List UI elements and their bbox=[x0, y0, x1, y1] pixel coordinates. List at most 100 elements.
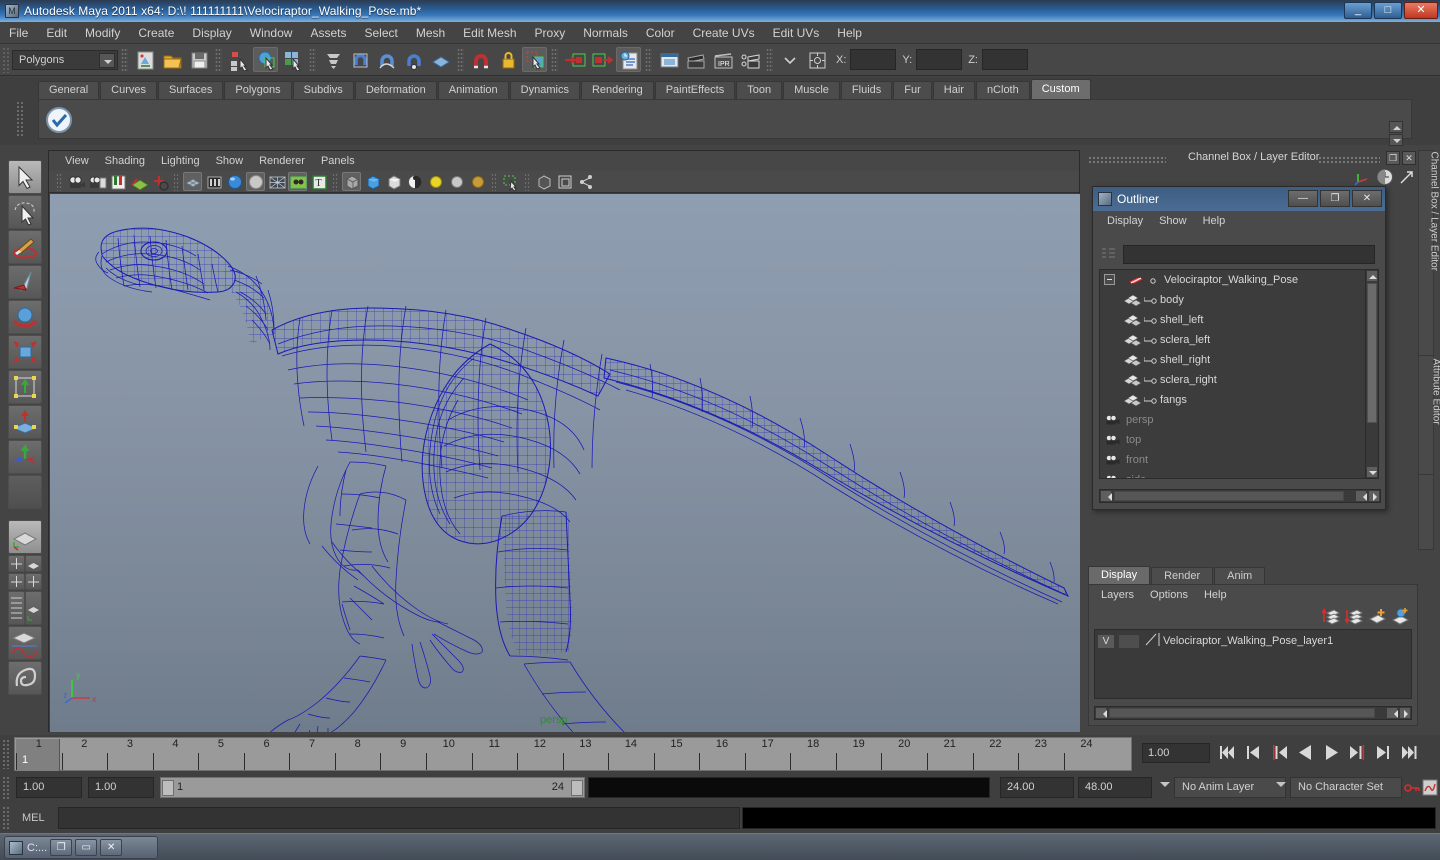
channel-box-grip-left[interactable] bbox=[1088, 156, 1166, 163]
outliner-item[interactable]: sclera_right bbox=[1100, 370, 1368, 390]
range-start-handle[interactable] bbox=[162, 780, 174, 796]
auto-key-icon[interactable] bbox=[1404, 780, 1420, 799]
maya-logo-icon[interactable] bbox=[8, 661, 42, 695]
shelf-scroll-up-icon[interactable] bbox=[1389, 121, 1403, 133]
animation-start-time-field[interactable]: 1.00 bbox=[16, 777, 82, 798]
layer-scroll-left-icon[interactable] bbox=[1095, 707, 1107, 719]
flat-shade-icon[interactable] bbox=[246, 172, 265, 191]
outliner-scroll-thumb[interactable] bbox=[1367, 283, 1377, 423]
range-track[interactable]: 1 24 bbox=[160, 777, 585, 798]
layout-persp-graph-icon[interactable] bbox=[25, 591, 42, 625]
outliner-scroll-right-icon[interactable] bbox=[1368, 490, 1380, 502]
menu-item-window[interactable]: Window bbox=[241, 23, 302, 43]
layout-persp-outliner-icon[interactable] bbox=[25, 555, 42, 572]
wireframe-box-icon[interactable] bbox=[342, 172, 361, 191]
command-line-grip[interactable] bbox=[2, 806, 11, 830]
z-field[interactable] bbox=[982, 49, 1028, 70]
all-lights-icon[interactable] bbox=[447, 172, 466, 191]
mask-hierarchy-icon[interactable] bbox=[320, 47, 345, 72]
outliner-menu-show[interactable]: Show bbox=[1151, 212, 1195, 231]
lasso-tool[interactable] bbox=[8, 195, 42, 229]
shelf-tab-animation[interactable]: Animation bbox=[438, 81, 509, 99]
menu-item-help[interactable]: Help bbox=[828, 23, 871, 43]
velociraptor-wireframe-model[interactable] bbox=[50, 194, 1080, 732]
snap-to-curves-icon[interactable] bbox=[374, 47, 399, 72]
text-display-icon[interactable]: T bbox=[309, 172, 328, 191]
last-tool-used[interactable] bbox=[8, 475, 42, 509]
snap-to-view-planes-icon[interactable] bbox=[428, 47, 453, 72]
taskbar-maximize-button[interactable]: ▭ bbox=[75, 839, 97, 856]
channel-box-grip-right[interactable] bbox=[1318, 156, 1380, 163]
outliner-scroll-up-icon[interactable] bbox=[1366, 270, 1378, 282]
new-layer-icon[interactable] bbox=[1368, 607, 1386, 628]
outliner-title-bar[interactable]: Outliner — ❐ ✕ bbox=[1093, 187, 1385, 211]
new-layer-from-selected-icon[interactable] bbox=[1391, 607, 1409, 628]
close-button[interactable]: ✕ bbox=[1404, 2, 1438, 19]
menu-item-edit-mesh[interactable]: Edit Mesh bbox=[454, 23, 525, 43]
outliner-search-input[interactable] bbox=[1123, 245, 1375, 264]
no-manip-icon[interactable] bbox=[534, 172, 553, 191]
attribute-editor-tab[interactable]: Attribute Editor bbox=[1418, 355, 1434, 475]
shelf-tab-muscle[interactable]: Muscle bbox=[783, 81, 840, 99]
select-by-component-type-icon[interactable] bbox=[280, 47, 305, 72]
outliner-horizontal-scrollbar[interactable] bbox=[1099, 489, 1381, 503]
shaded-box-white-icon[interactable] bbox=[384, 172, 403, 191]
xray-shading-icon[interactable] bbox=[288, 172, 307, 191]
go-to-start-button[interactable] bbox=[1218, 742, 1237, 763]
outliner-item[interactable]: persp bbox=[1100, 410, 1368, 430]
range-start-time-field[interactable]: 1.00 bbox=[88, 777, 154, 798]
menu-item-create-uvs[interactable]: Create UVs bbox=[684, 23, 764, 43]
select-by-hierarchy-icon[interactable] bbox=[226, 47, 251, 72]
ipr-render-icon[interactable]: IPR bbox=[710, 47, 735, 72]
animation-preferences-icon[interactable] bbox=[1422, 779, 1438, 799]
x-field[interactable] bbox=[850, 49, 896, 70]
channel-box-layer-editor-tab[interactable]: Channel Box / Layer Editor bbox=[1418, 150, 1434, 550]
go-to-end-button[interactable] bbox=[1400, 742, 1419, 763]
outliner-close-button[interactable]: ✕ bbox=[1352, 190, 1382, 207]
layer-page-left-icon[interactable] bbox=[1386, 707, 1398, 719]
outliner-hscroll-thumb[interactable] bbox=[1114, 491, 1344, 501]
scale-tool[interactable] bbox=[8, 335, 42, 369]
outliner-tree[interactable]: Velociraptor_Walking_Posebodyshell_lefts… bbox=[1099, 269, 1369, 479]
shelf-tab-surfaces[interactable]: Surfaces bbox=[158, 81, 223, 99]
outliner-item[interactable]: Velociraptor_Walking_Pose bbox=[1100, 270, 1368, 290]
menu-item-display[interactable]: Display bbox=[183, 23, 240, 43]
outliner-item[interactable]: top bbox=[1100, 430, 1368, 450]
smooth-shade-textured-icon[interactable] bbox=[225, 172, 244, 191]
statusline-grip[interactable] bbox=[2, 47, 10, 73]
layout-single-perspective-icon[interactable] bbox=[8, 520, 42, 554]
layout-persp-graph-editor-icon[interactable] bbox=[8, 626, 42, 660]
time-slider-track[interactable]: 1 12345678910111213141516171819202122232… bbox=[14, 737, 1132, 771]
render-region-icon[interactable] bbox=[522, 47, 547, 72]
shelf-scroll-arrows[interactable] bbox=[1389, 121, 1405, 147]
shelf-tab-deformation[interactable]: Deformation bbox=[355, 81, 437, 99]
shelf-tab-curves[interactable]: Curves bbox=[100, 81, 157, 99]
time-slider-grip[interactable] bbox=[2, 739, 11, 769]
viewport-menu-lighting[interactable]: Lighting bbox=[153, 152, 208, 171]
input-connection-icon[interactable] bbox=[562, 47, 587, 72]
character-set-chevron-down-icon[interactable] bbox=[1276, 782, 1286, 787]
shelf-tab-hair[interactable]: Hair bbox=[933, 81, 975, 99]
menu-item-normals[interactable]: Normals bbox=[574, 23, 637, 43]
rotate-tool[interactable] bbox=[8, 300, 42, 334]
shelf-tab-general[interactable]: General bbox=[38, 81, 99, 99]
viewport-menu-show[interactable]: Show bbox=[208, 152, 252, 171]
outliner-collapse-icon[interactable] bbox=[1104, 274, 1115, 285]
checker-sphere-icon[interactable] bbox=[405, 172, 424, 191]
taskbar-restore-button[interactable]: ❐ bbox=[50, 839, 72, 856]
viewport-menu-panels[interactable]: Panels bbox=[313, 152, 363, 171]
layer-menu-options[interactable]: Options bbox=[1142, 586, 1196, 604]
maximize-button[interactable]: □ bbox=[1374, 2, 1402, 19]
range-end-handle[interactable] bbox=[571, 780, 583, 796]
outliner-maximize-button[interactable]: ❐ bbox=[1320, 190, 1350, 207]
chevron-down-icon[interactable] bbox=[99, 53, 115, 68]
layer-tab-render[interactable]: Render bbox=[1151, 567, 1213, 584]
animation-end-time-field[interactable]: 48.00 bbox=[1078, 777, 1152, 798]
outliner-page-left-icon[interactable] bbox=[1355, 490, 1367, 502]
menu-item-edit-uvs[interactable]: Edit UVs bbox=[764, 23, 829, 43]
select-tool[interactable] bbox=[8, 160, 42, 194]
menu-item-select[interactable]: Select bbox=[355, 23, 406, 43]
shelf-tab-toon[interactable]: Toon bbox=[736, 81, 782, 99]
magnet-icon[interactable] bbox=[468, 47, 493, 72]
shelf-tab-rendering[interactable]: Rendering bbox=[581, 81, 654, 99]
